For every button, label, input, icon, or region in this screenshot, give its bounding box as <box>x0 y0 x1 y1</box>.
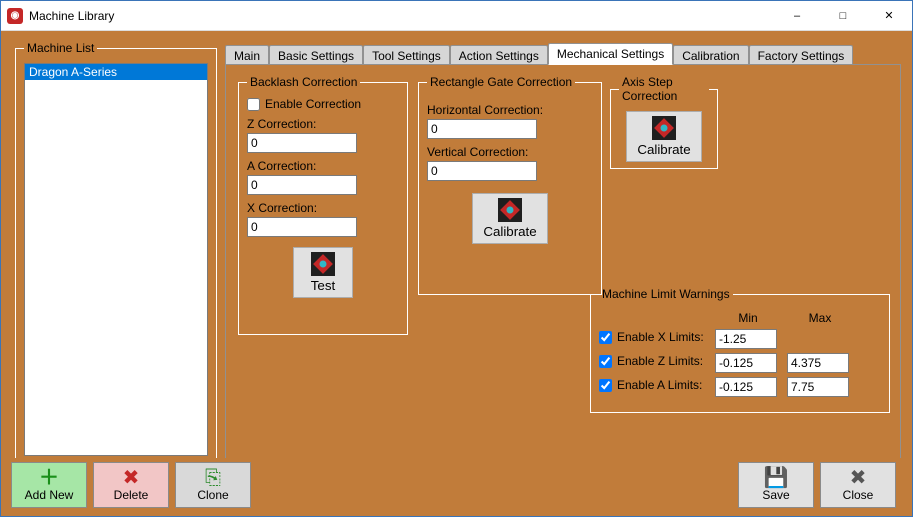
enable-correction-checkbox[interactable] <box>247 98 260 111</box>
calibrate-icon <box>652 116 676 140</box>
calibrate-icon <box>311 252 335 276</box>
rect-gate-group: Rectangle Gate Correction Horizontal Cor… <box>418 75 602 295</box>
enable-z-limits-label: Enable Z Limits: <box>617 354 703 368</box>
close-button[interactable]: ✖ Close <box>820 462 896 508</box>
window-title: Machine Library <box>29 9 774 23</box>
add-new-label: Add New <box>25 488 74 502</box>
enable-x-limits-row: Enable X Limits: <box>599 330 709 344</box>
enable-a-limits-label: Enable A Limits: <box>617 378 702 392</box>
limits-legend: Machine Limit Warnings <box>599 287 733 301</box>
limits-max-header: Max <box>787 311 853 325</box>
add-new-button[interactable]: ＋ Add New <box>11 462 87 508</box>
enable-z-limits-row: Enable Z Limits: <box>599 354 709 368</box>
close-icon: ✖ <box>850 468 867 488</box>
machine-list-group: Machine List Dragon A-Series <box>15 41 217 465</box>
window-controls: – □ ✕ <box>774 1 912 30</box>
z-limit-min-input[interactable] <box>715 353 777 373</box>
a-limit-min-input[interactable] <box>715 377 777 397</box>
x-correction-label: X Correction: <box>247 201 399 215</box>
titlebar: ◉ Machine Library – □ ✕ <box>1 1 912 31</box>
client-area: Machine List Dragon A-Series Main Basic … <box>1 31 912 516</box>
z-correction-label: Z Correction: <box>247 117 399 131</box>
enable-a-limits-checkbox[interactable] <box>599 379 612 392</box>
window: ◉ Machine Library – □ ✕ Machine List Dra… <box>0 0 913 517</box>
backlash-group: Backlash Correction Enable Correction Z … <box>238 75 408 335</box>
rect-gate-calibrate-button[interactable]: Calibrate <box>472 193 547 244</box>
limits-min-header: Min <box>715 311 781 325</box>
tab-main[interactable]: Main <box>225 45 269 66</box>
a-limit-max-input[interactable] <box>787 377 849 397</box>
x-limit-min-input[interactable] <box>715 329 777 349</box>
save-icon: 💾 <box>764 468 789 488</box>
delete-label: Delete <box>114 488 149 502</box>
backlash-test-button[interactable]: Test <box>293 247 353 298</box>
save-button[interactable]: 💾 Save <box>738 462 814 508</box>
tab-tool-settings[interactable]: Tool Settings <box>363 45 450 66</box>
delete-button[interactable]: ✖ Delete <box>93 462 169 508</box>
enable-x-limits-label: Enable X Limits: <box>617 330 704 344</box>
enable-z-limits-checkbox[interactable] <box>599 355 612 368</box>
vertical-correction-input[interactable] <box>427 161 537 181</box>
a-correction-label: A Correction: <box>247 159 399 173</box>
bottom-toolbar: ＋ Add New ✖ Delete ⎘ Clone 💾 Save ✖ Clos… <box>1 458 912 516</box>
tab-basic-settings[interactable]: Basic Settings <box>269 45 363 66</box>
enable-a-limits-row: Enable A Limits: <box>599 378 709 392</box>
machine-list[interactable]: Dragon A-Series <box>24 63 208 456</box>
axis-step-calibrate-button[interactable]: Calibrate <box>626 111 701 162</box>
machine-list-legend: Machine List <box>24 41 97 55</box>
plus-icon: ＋ <box>39 468 59 488</box>
close-window-button[interactable]: ✕ <box>866 1 912 30</box>
backlash-test-label: Test <box>311 278 335 293</box>
clone-icon: ⎘ <box>205 468 221 488</box>
axis-step-group: Axis Step Correction Calibrate <box>610 75 718 169</box>
rect-gate-calibrate-label: Calibrate <box>483 224 536 239</box>
clone-label: Clone <box>197 488 228 502</box>
tabstrip: Main Basic Settings Tool Settings Action… <box>225 43 853 65</box>
app-icon: ◉ <box>7 8 23 24</box>
z-correction-input[interactable] <box>247 133 357 153</box>
rect-gate-legend: Rectangle Gate Correction <box>427 75 575 89</box>
z-limit-max-input[interactable] <box>787 353 849 373</box>
horizontal-correction-label: Horizontal Correction: <box>427 103 593 117</box>
tab-calibration[interactable]: Calibration <box>673 45 748 66</box>
vertical-correction-label: Vertical Correction: <box>427 145 593 159</box>
x-correction-input[interactable] <box>247 217 357 237</box>
delete-icon: ✖ <box>123 468 140 488</box>
tab-panel-mechanical: Backlash Correction Enable Correction Z … <box>225 64 901 464</box>
axis-step-calibrate-label: Calibrate <box>637 142 690 157</box>
limits-group: Machine Limit Warnings Min Max Enable X … <box>590 287 890 413</box>
backlash-legend: Backlash Correction <box>247 75 360 89</box>
minimize-button[interactable]: – <box>774 1 820 30</box>
tab-action-settings[interactable]: Action Settings <box>450 45 548 66</box>
enable-x-limits-checkbox[interactable] <box>599 331 612 344</box>
tab-mechanical-settings[interactable]: Mechanical Settings <box>548 43 673 65</box>
machine-list-item[interactable]: Dragon A-Series <box>25 64 207 80</box>
enable-correction-label: Enable Correction <box>265 97 361 111</box>
calibrate-icon <box>498 198 522 222</box>
horizontal-correction-input[interactable] <box>427 119 537 139</box>
tab-factory-settings[interactable]: Factory Settings <box>749 45 854 66</box>
maximize-button[interactable]: □ <box>820 1 866 30</box>
clone-button[interactable]: ⎘ Clone <box>175 462 251 508</box>
axis-step-legend: Axis Step Correction <box>619 75 709 103</box>
close-label: Close <box>843 488 874 502</box>
a-correction-input[interactable] <box>247 175 357 195</box>
save-label: Save <box>762 488 789 502</box>
